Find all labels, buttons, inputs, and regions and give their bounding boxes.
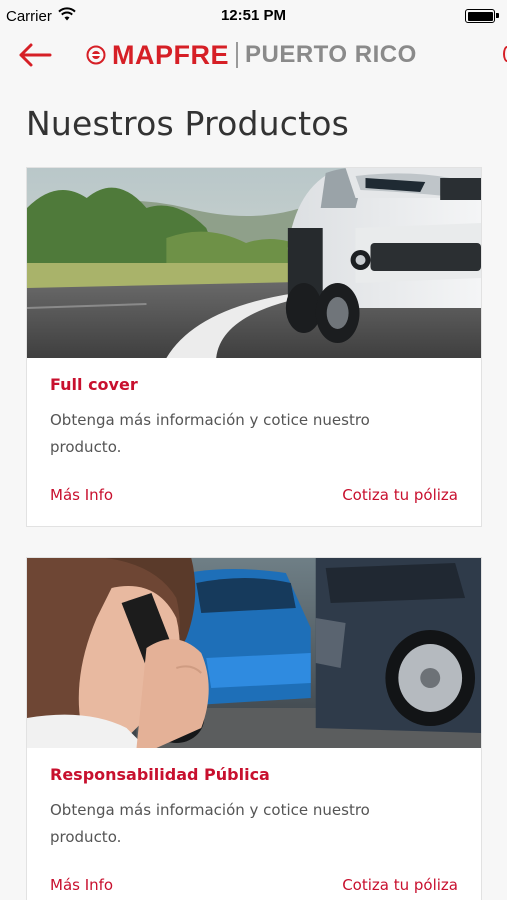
page-title: Nuestros Productos [26, 104, 350, 143]
quote-policy-link[interactable]: Cotiza tu póliza [342, 486, 458, 504]
nav-bar: MAPFRE PUERTO RICO [0, 32, 507, 78]
more-info-link[interactable]: Más Info [50, 486, 113, 504]
product-title: Full cover [50, 375, 138, 394]
quote-policy-link[interactable]: Cotiza tu póliza [342, 876, 458, 894]
car-on-road-image [27, 168, 481, 358]
product-card-full-cover[interactable]: Full cover Obtenga más información y cot… [26, 167, 482, 527]
back-arrow-icon[interactable] [18, 40, 54, 70]
status-bar: Carrier 12:51 PM [0, 0, 507, 32]
brand-name: MAPFRE [112, 39, 229, 70]
product-card-responsabilidad-publica[interactable]: Responsabilidad Pública Obtenga más info… [26, 557, 482, 900]
woman-phone-car-accident-image [27, 558, 481, 748]
mapfre-logo: MAPFRE PUERTO RICO [86, 39, 417, 70]
more-info-link[interactable]: Más Info [50, 876, 113, 894]
battery-icon [465, 9, 499, 23]
product-description: Obtenga más información y cotice nuestro… [50, 801, 370, 846]
mapfre-emblem-icon [86, 45, 106, 65]
clock: 12:51 PM [220, 7, 287, 24]
logo-divider [236, 42, 238, 68]
menu-edge-icon[interactable] [503, 46, 507, 62]
product-title: Responsabilidad Pública [50, 765, 270, 784]
region-name: PUERTO RICO [245, 41, 417, 68]
product-description: Obtenga más información y cotice nuestro… [50, 411, 370, 456]
